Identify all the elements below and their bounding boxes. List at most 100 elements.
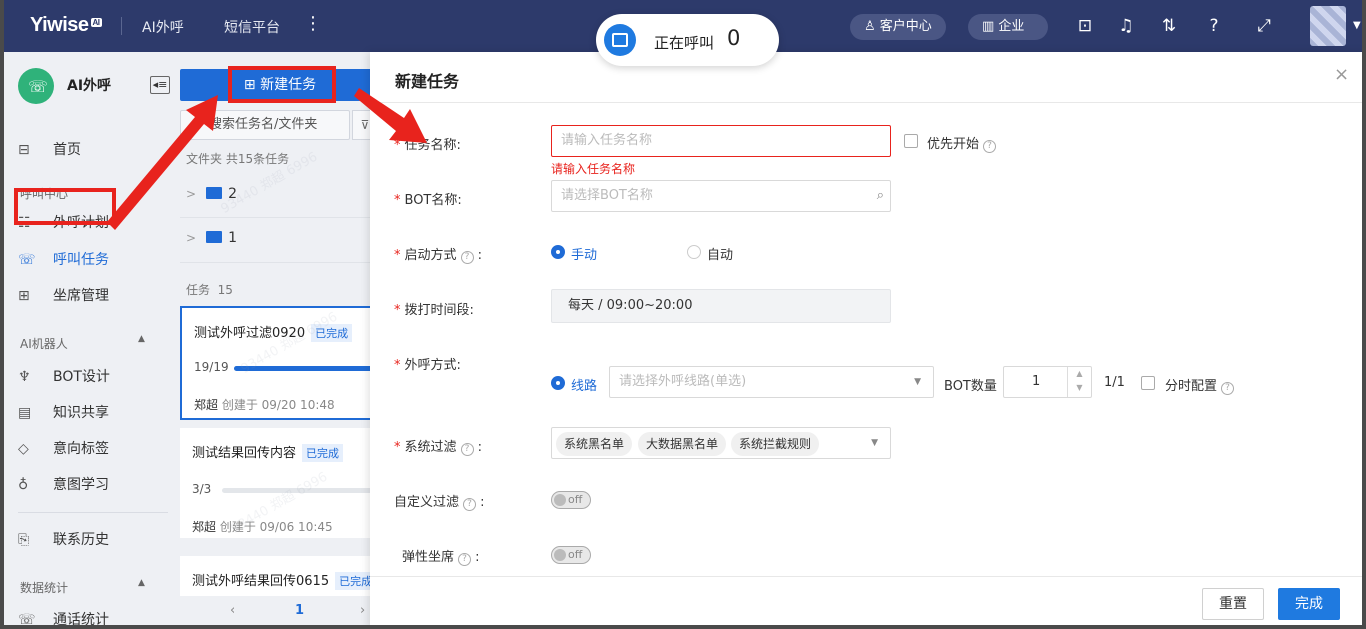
collapse-menu-icon[interactable]: ◂≡	[150, 76, 170, 94]
nav-sms-platform[interactable]: 短信平台	[224, 17, 280, 37]
help-icon[interactable]: ?	[1202, 14, 1226, 38]
enterprise-button[interactable]: ▥ 企业	[968, 14, 1048, 40]
line-label[interactable]: 线路	[571, 375, 597, 394]
avatar[interactable]	[1310, 6, 1346, 46]
bot-count-label: BOT数量	[944, 379, 997, 394]
folder-icon	[206, 231, 223, 243]
task-card[interactable]: 测试外呼结果回传0615 已完成	[180, 556, 380, 596]
sidebar-item-knowledge[interactable]: ▤ 知识共享	[18, 400, 168, 426]
filter-tag[interactable]: 系统黑名单	[556, 432, 633, 456]
system-filter-select[interactable]: 系统黑名单 大数据黑名单 系统拦截规则 ▼	[551, 427, 891, 459]
caret-down-icon: ▼	[914, 377, 921, 387]
bot-count-ratio: 1/1	[1104, 375, 1125, 390]
chevron-down-icon[interactable]: ▼	[1353, 20, 1361, 31]
start-manual-radio[interactable]	[551, 245, 565, 259]
monitor-icon[interactable]: ⊡	[1073, 14, 1097, 38]
sidebar-item-history[interactable]: ⎘ 联系历史	[18, 527, 168, 553]
help-icon[interactable]: ?	[458, 553, 472, 566]
task-card[interactable]: 测试结果回传内容 已完成 3/3 郑超 创建于 09/06 10:45	[180, 428, 382, 538]
section-stats[interactable]: 数据统计 ▲	[20, 578, 145, 596]
start-auto-radio[interactable]	[687, 245, 701, 259]
line-radio[interactable]	[551, 376, 565, 390]
divider	[121, 17, 122, 35]
brand-name: AI外呼	[67, 78, 112, 94]
phone-call-icon: ☏	[18, 252, 36, 268]
task-name: 测试外呼过滤0920	[194, 326, 306, 341]
folder-item[interactable]: >1	[186, 218, 366, 258]
done-button[interactable]: 完成	[1278, 588, 1340, 620]
custom-filter-toggle[interactable]: off	[551, 491, 591, 509]
chevron-up-icon: ▲	[138, 334, 145, 344]
task-list-panel: ⊞ 新建任务 ⌕ 搜索任务名/文件夹 ⊽ 文件夹 共15条任务 >2 >1 任务 …	[174, 52, 394, 625]
sidebar-item-intent-learn[interactable]: ♁ 意图学习	[18, 472, 168, 498]
close-icon[interactable]: ×	[1334, 64, 1349, 85]
user-icon: ♙	[864, 19, 880, 34]
line-select[interactable]: 请选择外呼线路(单选) ▼	[609, 366, 934, 398]
fullscreen-icon[interactable]: ⤢	[1252, 14, 1276, 38]
sidebar-item-bot[interactable]: ♆ BOT设计	[18, 364, 168, 390]
help-icon[interactable]: ?	[463, 498, 477, 511]
sidebar-item-home[interactable]: ⊟ 首页	[18, 137, 168, 163]
caret-down-icon: ▼	[871, 438, 878, 448]
pager-next[interactable]: ›	[360, 597, 365, 625]
more-icon[interactable]: ⋮	[304, 13, 322, 34]
task-name: 测试结果回传内容	[192, 446, 297, 461]
chevron-right-icon: >	[186, 187, 197, 201]
help-icon[interactable]: ?	[460, 443, 474, 456]
filter-tag[interactable]: 系统拦截规则	[731, 432, 820, 456]
sidebar-item-task[interactable]: ☏ 呼叫任务	[18, 247, 168, 273]
help-icon[interactable]: ?	[1221, 382, 1235, 395]
customer-center-button[interactable]: ♙ 客户中心	[850, 14, 946, 40]
chevron-right-icon: >	[186, 231, 197, 245]
logo[interactable]: Yiwise AI	[30, 14, 102, 37]
sidebar-item-intent-tag[interactable]: ◇ 意向标签	[18, 436, 168, 462]
bot-count-stepper[interactable]: 1 ▲ ▼	[1003, 366, 1092, 398]
phone-icon: ☏	[18, 68, 54, 104]
help-icon[interactable]: ?	[460, 251, 474, 264]
folder-icon	[206, 187, 223, 199]
app-frame: Yiwise AI AI外呼 短信平台 ⋮ ♙ 客户中心 ▥ 企业 ⊡ ♫ ⇅ ?…	[0, 0, 1366, 629]
bell-icon[interactable]: ♫	[1114, 14, 1138, 38]
task-name-label: * 任务名称:	[394, 138, 461, 153]
priority-checkbox[interactable]	[904, 134, 918, 148]
annotation-highlight-task	[14, 188, 116, 225]
status-badge: 已完成	[311, 324, 353, 342]
sidebar-item-seat[interactable]: ⊞ 坐席管理	[18, 283, 168, 309]
new-task-dialog: 新建任务 × * 任务名称: 请输入任务名称 请输入任务名称 优先开始? * BOT…	[370, 52, 1362, 625]
chart-icon	[604, 24, 636, 56]
pagination: ‹ 1 ›	[180, 597, 380, 625]
filter-tag[interactable]: 大数据黑名单	[638, 432, 727, 456]
time-config-checkbox[interactable]	[1141, 376, 1155, 390]
stepper-arrows-icon[interactable]: ▲ ▼	[1067, 367, 1091, 397]
transfer-icon[interactable]: ⇅	[1157, 14, 1181, 38]
section-ai-robot[interactable]: AI机器人 ▲	[20, 334, 145, 352]
task-name-error: 请输入任务名称	[551, 162, 636, 176]
task-name: 测试外呼结果回传0615	[192, 574, 330, 589]
task-owner: 郑超 创建于 09/20 10:48	[194, 398, 335, 412]
search-icon: ⌕	[876, 188, 884, 203]
task-header: 任务 15	[186, 283, 233, 297]
task-name-input[interactable]: 请输入任务名称	[551, 125, 891, 157]
pager-prev[interactable]: ‹	[230, 597, 235, 625]
start-manual-label[interactable]: 手动	[571, 244, 597, 263]
bot-name-select[interactable]: 请选择BOT名称 ⌕	[551, 180, 891, 212]
help-icon[interactable]: ?	[983, 140, 997, 153]
time-config-label: 分时配置?	[1165, 375, 1235, 395]
folder-item[interactable]: >2	[186, 174, 366, 214]
start-auto-label[interactable]: 自动	[707, 244, 733, 263]
time-range-field[interactable]: 每天 / 09:00~20:00	[551, 289, 891, 323]
calling-status[interactable]: 正在呼叫 0	[596, 14, 779, 66]
start-mode-label: * 启动方式? :	[394, 248, 483, 264]
search-input[interactable]: ⌕ 搜索任务名/文件夹	[180, 110, 350, 140]
task-card-selected[interactable]: 测试外呼过滤0920 已完成 19/19 郑超 创建于 09/20 10:48	[180, 306, 394, 420]
progress-bar	[222, 488, 382, 493]
nav-ai-call[interactable]: AI外呼	[142, 17, 184, 37]
elastic-seat-toggle[interactable]: off	[551, 546, 591, 564]
logo-badge: AI	[90, 18, 102, 27]
elastic-seat-label: 弹性坐席? :	[402, 550, 480, 566]
sidebar-item-call-stats[interactable]: ☏ 通话统计	[18, 607, 168, 625]
calling-count: 0	[727, 26, 741, 50]
search-icon: ⌕	[190, 117, 198, 132]
pager-page[interactable]: 1	[295, 597, 304, 625]
reset-button[interactable]: 重置	[1202, 588, 1264, 620]
